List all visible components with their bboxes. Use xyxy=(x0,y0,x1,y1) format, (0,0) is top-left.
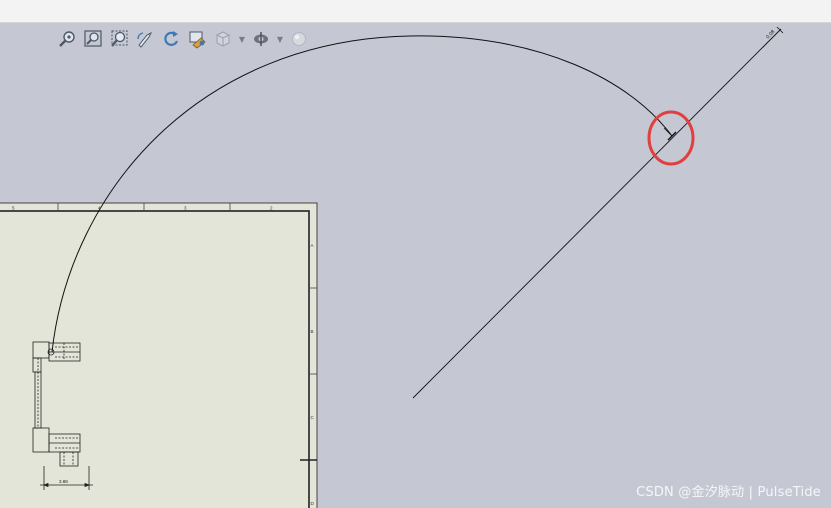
redo-view-icon[interactable] xyxy=(160,28,182,50)
line-dimension-label[interactable]: 0.08 xyxy=(765,29,776,40)
diagonal-reference-line[interactable] xyxy=(412,28,782,399)
drawing-canvas[interactable]: 5 4 3 2 A B C D 3.88 0.08 xyxy=(0,0,831,508)
zone-mark-right-2: B xyxy=(311,329,314,334)
zoom-to-area-icon[interactable] xyxy=(82,28,104,50)
drawing-sheet[interactable]: 5 4 3 2 A B C D xyxy=(0,202,318,508)
view-orientation-dropdown-icon[interactable]: ▼ xyxy=(238,28,246,50)
hide-show-dropdown-icon[interactable]: ▼ xyxy=(276,28,284,50)
watermark-text: CSDN @金汐脉动 | PulseTide xyxy=(636,485,821,500)
zoom-to-fit-icon[interactable] xyxy=(56,28,78,50)
zoom-in-out-icon[interactable] xyxy=(108,28,130,50)
rotate-view-icon[interactable] xyxy=(134,28,156,50)
display-style-icon[interactable] xyxy=(186,28,208,50)
part-dimension-label[interactable]: 3.88 xyxy=(59,479,68,484)
appearance-icon[interactable] xyxy=(288,28,310,50)
heads-up-view-toolbar: ▼ ▼ xyxy=(56,28,310,50)
view-orientation-icon[interactable] xyxy=(212,28,234,50)
zone-mark-right-1: A xyxy=(311,243,314,248)
highlight-circle xyxy=(647,110,695,166)
hide-show-icon[interactable] xyxy=(250,28,272,50)
